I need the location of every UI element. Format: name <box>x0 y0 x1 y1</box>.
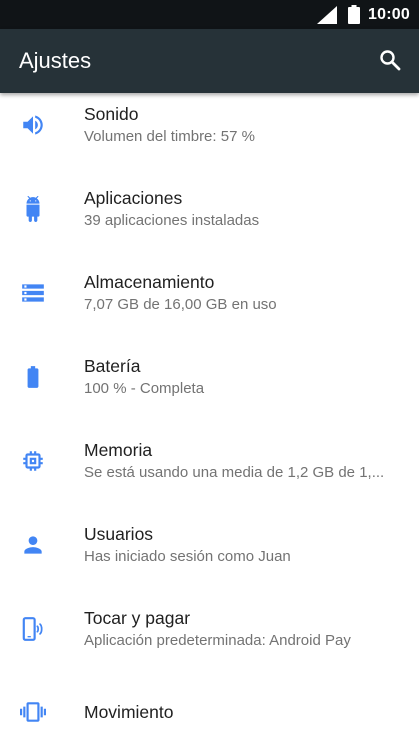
settings-item-aplicaciones[interactable]: Aplicaciones 39 aplicaciones instaladas <box>0 177 419 261</box>
tap-pay-icon <box>20 616 46 642</box>
settings-item-movimiento[interactable]: Movimiento <box>0 681 419 746</box>
settings-item-summary: Se está usando una media de 1,2 GB de 1,… <box>84 464 385 481</box>
settings-item-title: Movimiento <box>84 702 174 722</box>
person-icon <box>20 532 46 558</box>
page-title: Ajustes <box>19 48 92 73</box>
android-icon <box>20 196 46 222</box>
settings-item-summary: Volumen del timbre: 57 % <box>84 128 255 145</box>
settings-item-summary: 7,07 GB de 16,00 GB en uso <box>84 296 277 313</box>
settings-item-usuarios[interactable]: Usuarios Has iniciado sesión como Juan <box>0 513 419 597</box>
search-icon[interactable] <box>378 48 402 72</box>
app-bar: Ajustes <box>0 29 419 93</box>
settings-item-tocar-y-pagar[interactable]: Tocar y pagar Aplicación predeterminada:… <box>0 597 419 681</box>
settings-item-summary: 39 aplicaciones instaladas <box>84 212 260 229</box>
settings-item-title: Tocar y pagar <box>84 608 191 628</box>
settings-list: Sonido Volumen del timbre: 57 % Aplicaci… <box>0 93 419 746</box>
vibration-icon <box>20 699 46 725</box>
settings-item-title: Memoria <box>84 440 153 460</box>
settings-item-bateria[interactable]: Batería 100 % - Completa <box>0 345 419 429</box>
settings-item-title: Almacenamiento <box>84 272 215 292</box>
settings-item-memoria[interactable]: Memoria Se está usando una media de 1,2 … <box>0 429 419 513</box>
memory-chip-icon <box>20 448 46 474</box>
battery-icon <box>348 5 360 24</box>
settings-item-title: Sonido <box>84 104 139 124</box>
storage-icon <box>20 280 46 306</box>
settings-item-sonido[interactable]: Sonido Volumen del timbre: 57 % <box>0 93 419 177</box>
battery-icon <box>20 364 46 390</box>
settings-item-summary: Aplicación predeterminada: Android Pay <box>84 632 351 649</box>
settings-item-almacenamiento[interactable]: Almacenamiento 7,07 GB de 16,00 GB en us… <box>0 261 419 345</box>
settings-item-summary: 100 % - Completa <box>84 380 205 397</box>
status-time: 10:00 <box>368 6 410 23</box>
settings-item-title: Usuarios <box>84 524 154 544</box>
settings-item-title: Batería <box>84 356 141 376</box>
settings-item-summary: Has iniciado sesión como Juan <box>84 548 291 565</box>
status-bar: 10:00 <box>0 0 419 29</box>
volume-icon <box>20 112 46 138</box>
signal-icon <box>317 6 337 24</box>
settings-item-title: Aplicaciones <box>84 188 183 208</box>
